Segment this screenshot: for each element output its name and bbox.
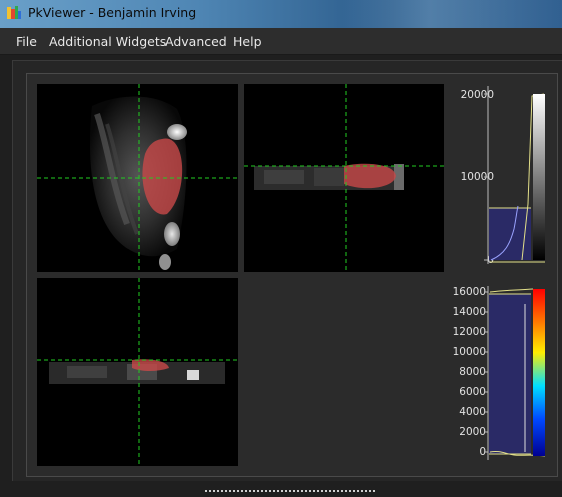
sagittal-view[interactable] <box>37 278 238 466</box>
titlebar-backdrop <box>342 0 562 28</box>
menu-advanced[interactable]: Advanced <box>165 34 227 49</box>
axial-view[interactable] <box>37 84 238 272</box>
panel-splitter-handle[interactable] <box>205 478 375 492</box>
window-title: PkViewer - Benjamin Irving <box>28 5 197 20</box>
empty-view-slot <box>244 278 444 466</box>
jet-lut-bar[interactable] <box>533 289 545 456</box>
coronal-view[interactable] <box>244 84 444 272</box>
window-titlebar: PkViewer - Benjamin Irving <box>0 0 562 28</box>
app-icon <box>6 5 22 21</box>
menu-file[interactable]: File <box>16 34 37 49</box>
histogram-lut-top[interactable]: 20000 10000 0 <box>450 84 550 270</box>
histogram-lut-bottom[interactable]: 16000 14000 12000 10000 8000 6000 4000 2… <box>450 284 550 466</box>
menu-help[interactable]: Help <box>233 34 262 49</box>
menu-bar: File Additional Widgets Advanced Help <box>0 28 562 55</box>
menu-additional-widgets[interactable]: Additional Widgets <box>49 34 166 49</box>
grayscale-lut-bar[interactable] <box>533 94 545 260</box>
